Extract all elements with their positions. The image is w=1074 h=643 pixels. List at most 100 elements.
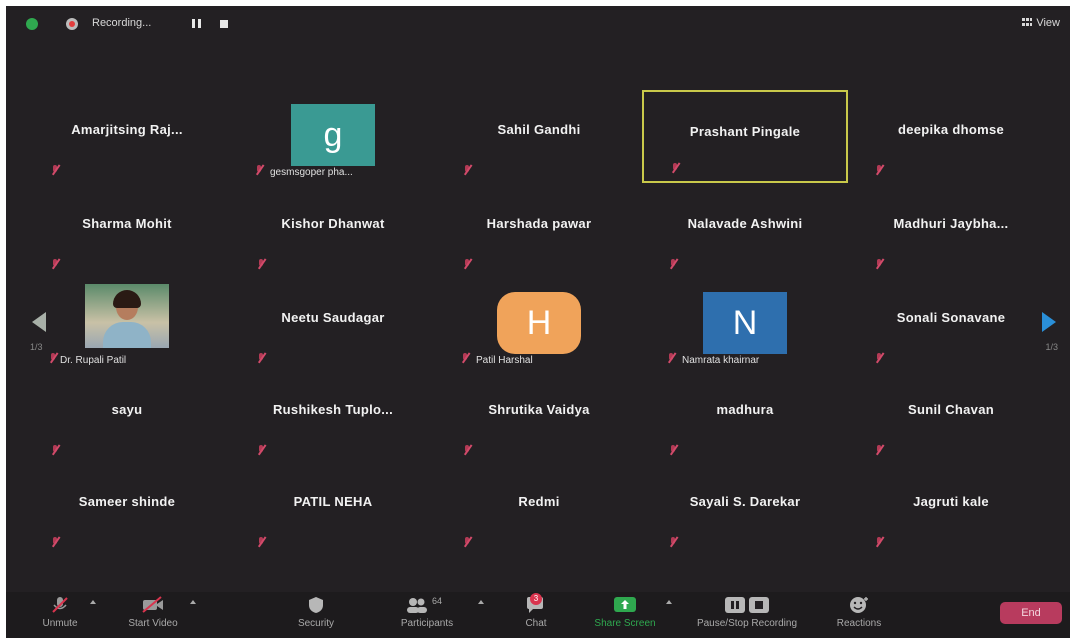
participant-tile[interactable]: Jagruti kale [848,462,1054,555]
participant-tile[interactable]: Kishor Dhanwat [230,184,436,277]
participant-tile[interactable]: Prashant Pingale [642,90,848,183]
participant-tile[interactable]: Harshada pawar [436,184,642,277]
start-video-label: Start Video [128,618,178,629]
muted-mic-icon [668,537,678,547]
participant-name: Nalavade Ashwini [687,216,803,231]
participants-options-caret-icon[interactable] [478,600,484,604]
view-button[interactable]: View [1022,17,1060,29]
participant-tile[interactable]: Nalavade Ashwini [642,184,848,277]
participant-tile[interactable]: Rushikesh Tuplo... [230,370,436,463]
participant-name: Sonali Sonavane [896,310,1006,325]
participant-name: madhura [716,402,774,417]
muted-microphone-icon [32,596,88,614]
unmute-label: Unmute [42,618,78,629]
participant-name: Harshada pawar [486,216,592,231]
stop-recording-icon[interactable] [220,20,228,28]
video-options-caret-icon[interactable] [190,600,196,604]
participant-tile[interactable]: Redmi [436,462,642,555]
top-bar: Recording... View [6,6,1070,42]
participant-name: Shrutika Vaidya [488,402,590,417]
security-shield-icon[interactable] [26,18,38,30]
chat-label: Chat [525,618,547,629]
participants-count: 64 [432,596,443,606]
muted-mic-icon [462,445,472,455]
page-indicator-left: 1/3 [30,342,43,352]
participant-tile[interactable]: sayu [24,370,230,463]
muted-mic-icon [256,259,266,269]
next-page-arrow-icon[interactable] [1042,312,1056,332]
muted-mic-icon [874,259,884,269]
audio-options-caret-icon[interactable] [90,600,96,604]
participants-label: Participants [400,618,454,629]
participant-name: deepika dhomse [897,122,1005,137]
previous-page-arrow-icon[interactable] [32,312,46,332]
participant-name: Neetu Saudagar [281,310,385,325]
participant-tile[interactable]: H Patil Harshal [436,278,642,371]
video-off-icon [120,596,186,614]
participant-name: Madhuri Jaybha... [893,216,1009,231]
participant-name: Kishor Dhanwat [281,216,385,231]
security-label: Security [297,618,335,629]
participant-tile[interactable]: Amarjitsing Raj... [24,90,230,183]
muted-mic-icon [50,165,60,175]
participant-tile[interactable]: madhura [642,370,848,463]
reactions-button[interactable]: Reactions [828,596,890,629]
muted-mic-icon [462,259,472,269]
shield-icon [288,596,344,614]
chat-notification-badge: 3 [530,593,542,605]
participant-name: PATIL NEHA [293,494,373,509]
participant-tile[interactable]: Sayali S. Darekar [642,462,848,555]
pause-recording-icon[interactable] [192,19,202,28]
view-label: View [1036,17,1060,29]
participant-tile[interactable]: Sharma Mohit [24,184,230,277]
muted-mic-icon [48,353,58,363]
muted-mic-icon [254,165,264,175]
participant-tile[interactable]: Sahil Gandhi [436,90,642,183]
participant-tile[interactable]: Sonali Sonavane [848,278,1054,371]
meeting-window: Recording... View Amarjitsing Raj... g ges… [6,6,1070,638]
start-video-button[interactable]: Start Video [120,596,186,629]
muted-mic-icon [666,353,676,363]
participant-tile[interactable]: Neetu Saudagar [230,278,436,371]
unmute-button[interactable]: Unmute [32,596,88,629]
participant-name: Namrata khairnar [682,355,760,366]
participant-tile[interactable]: deepika dhomse [848,90,1054,183]
muted-mic-icon [874,537,884,547]
participant-name: Rushikesh Tuplo... [272,402,393,417]
muted-mic-icon [874,353,884,363]
muted-mic-icon [256,537,266,547]
participant-name: Sameer shinde [78,494,176,509]
participant-name: Amarjitsing Raj... [71,122,183,137]
participants-button[interactable]: 64 Participants [392,596,462,629]
participant-name: gesmsgoper pha... [270,167,353,178]
participant-tile[interactable]: Shrutika Vaidya [436,370,642,463]
muted-mic-icon [668,445,678,455]
muted-mic-icon [670,163,680,173]
participant-tile[interactable]: Madhuri Jaybha... [848,184,1054,277]
participant-tile[interactable]: Sunil Chavan [848,370,1054,463]
recording-status: Recording... [92,17,152,29]
reactions-icon [828,596,890,614]
participant-tile[interactable]: N Namrata khairnar [642,278,848,371]
meeting-toolbar: Unmute Start Video Security 64 Participa… [6,592,1070,638]
share-screen-button[interactable]: Share Screen [588,596,662,629]
share-options-caret-icon[interactable] [666,600,672,604]
participant-tile[interactable]: Dr. Rupali Patil [24,278,230,371]
share-screen-label: Share Screen [594,618,656,629]
end-meeting-button[interactable]: End [1000,602,1062,624]
chat-icon: 3 [516,593,556,614]
participants-icon: 64 [392,596,462,614]
muted-mic-icon [668,259,678,269]
participant-name: Sunil Chavan [908,402,994,417]
participant-name: Redmi [518,494,560,509]
grid-view-icon [1022,18,1033,27]
participant-avatar: g [291,104,375,166]
security-button[interactable]: Security [288,596,344,629]
participant-tile[interactable]: g gesmsgoper pha... [230,90,436,183]
participant-tile[interactable]: Sameer shinde [24,462,230,555]
muted-mic-icon [256,353,266,363]
pause-stop-recording-button[interactable]: Pause/Stop Recording [682,596,812,629]
recording-icon [66,18,78,30]
participant-tile[interactable]: PATIL NEHA [230,462,436,555]
chat-button[interactable]: 3 Chat [516,593,556,629]
